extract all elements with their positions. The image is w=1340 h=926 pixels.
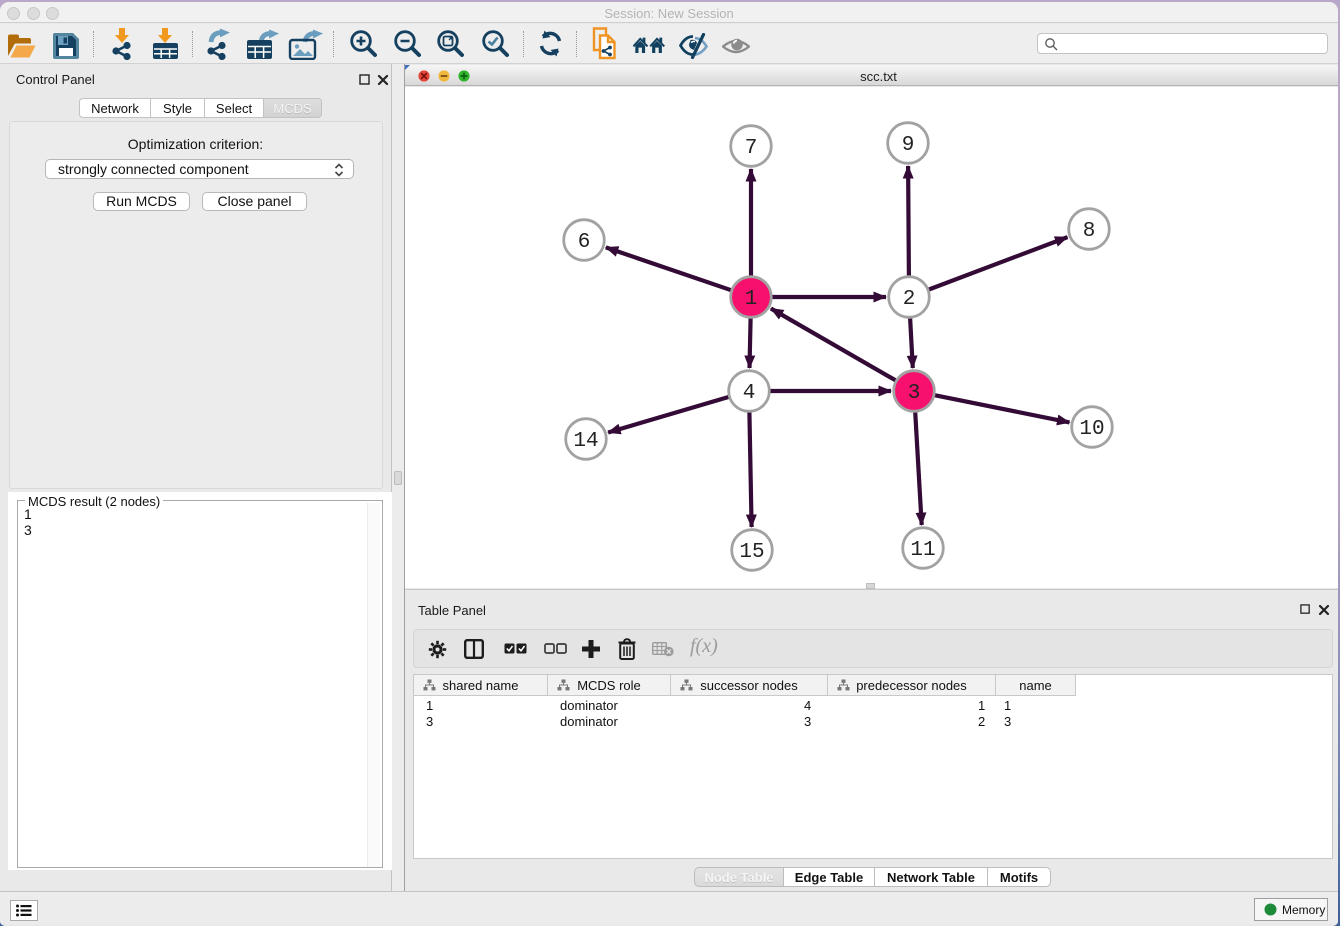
svg-text:4: 4	[743, 382, 756, 405]
svg-text:8: 8	[1083, 220, 1096, 243]
svg-text:7: 7	[745, 137, 758, 160]
svg-text:1: 1	[745, 288, 758, 311]
svg-text:3: 3	[908, 382, 921, 405]
svg-text:14: 14	[573, 430, 598, 453]
svg-text:10: 10	[1079, 418, 1104, 441]
svg-text:9: 9	[902, 134, 915, 157]
svg-text:6: 6	[578, 231, 591, 254]
svg-text:2: 2	[903, 288, 916, 311]
svg-text:11: 11	[910, 539, 935, 562]
svg-text:15: 15	[739, 541, 764, 564]
